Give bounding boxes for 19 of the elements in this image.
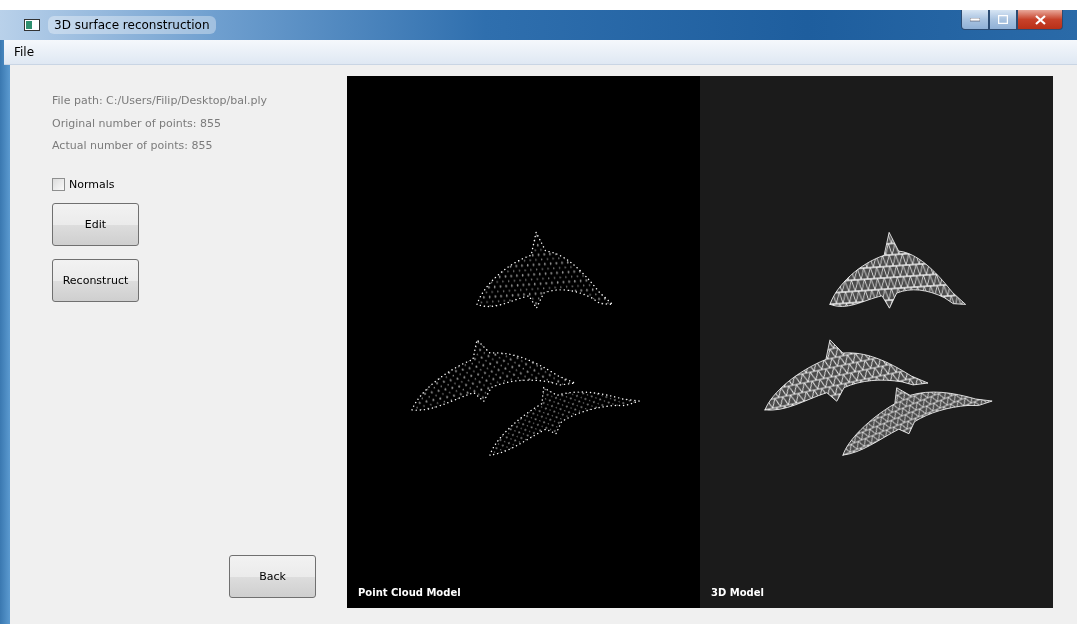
- menu-item[interactable]: File: [10, 43, 39, 61]
- viewport-label: 3D Model: [710, 587, 765, 600]
- back-button[interactable]: Back: [229, 555, 316, 598]
- info-text: Actual number of points: 855: [52, 138, 214, 154]
- window-title: 3D surface reconstruction: [48, 16, 216, 34]
- minimize-button[interactable]: [961, 10, 989, 30]
- close-button[interactable]: [1017, 10, 1063, 30]
- maximize-button[interactable]: [989, 10, 1017, 30]
- viewport-label: Point Cloud Model: [357, 587, 462, 600]
- info-text: Original number of points: 855: [52, 115, 223, 132]
- info-text: File path: C:/Users/Filip/Desktop/bal.ply: [52, 93, 268, 109]
- checkbox-label: Normals: [69, 177, 115, 191]
- maximize-icon: [998, 15, 1008, 24]
- close-icon: [1034, 14, 1046, 25]
- window-icon: [24, 19, 40, 31]
- minimize-icon: [970, 17, 980, 22]
- reconstruct-button[interactable]: Reconstruct: [52, 258, 139, 302]
- edit-button[interactable]: Edit: [52, 202, 139, 246]
- normals-checkbox[interactable]: [52, 177, 65, 191]
